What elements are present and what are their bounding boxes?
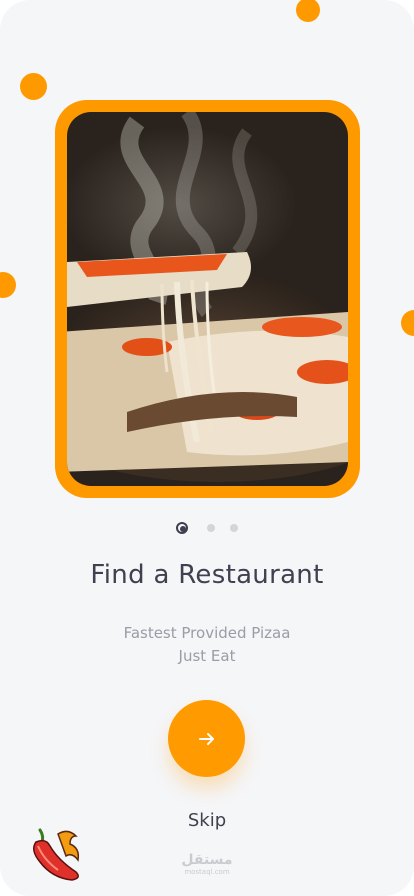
page-dot[interactable]: [207, 524, 215, 532]
decor-dot: [0, 272, 16, 298]
decor-dot: [296, 0, 320, 22]
pizza-photo: [67, 112, 348, 486]
hero-image-frame: [55, 100, 360, 498]
page-title: Find a Restaurant: [90, 560, 324, 590]
subtitle-line: Just Eat: [178, 647, 236, 665]
next-button[interactable]: [168, 700, 245, 777]
decor-dot: [20, 73, 47, 100]
watermark-latin: mostaql.com: [184, 868, 230, 876]
page-dot-active[interactable]: [176, 522, 188, 534]
page-subtitle: Fastest Provided Pizaa Just Eat: [0, 622, 414, 668]
onboarding-screen: Find a Restaurant Fastest Provided Pizaa…: [0, 0, 414, 896]
arrow-right-icon: [198, 732, 214, 745]
decor-dot: [401, 310, 414, 336]
watermark-arabic: مستقل: [181, 852, 233, 868]
page-indicator: [0, 520, 414, 538]
subtitle-line: Fastest Provided Pizaa: [123, 624, 291, 642]
watermark: مستقل mostaql.com: [176, 852, 238, 876]
chili-pepper-logo: [28, 826, 86, 884]
page-dot[interactable]: [230, 524, 238, 532]
